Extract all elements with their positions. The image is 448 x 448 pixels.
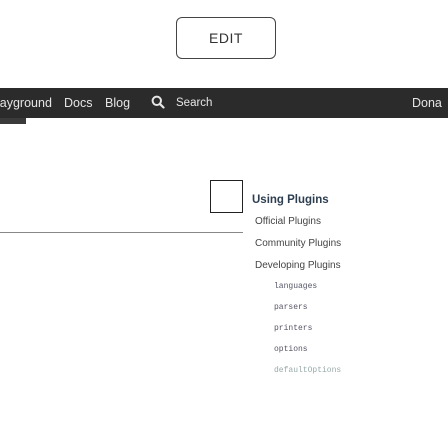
nav-docs-link[interactable]: Docs (64, 96, 92, 110)
toc-link-official-plugins[interactable]: Official Plugins (255, 216, 341, 227)
toc-link-developing-plugins[interactable]: Developing Plugins (255, 260, 341, 271)
toc-sublink-languages[interactable]: languages (274, 282, 341, 291)
toc-sublink-parsers[interactable]: parsers (274, 303, 341, 312)
toc-sublink-default-options[interactable]: defaultOptions (274, 366, 341, 375)
toc-link-community-plugins[interactable]: Community Plugins (255, 238, 341, 249)
toc-sublink-printers[interactable]: printers (274, 324, 341, 333)
table-of-contents: Using Plugins Official Plugins Community… (252, 194, 341, 387)
top-area: EDIT (0, 0, 448, 86)
search-icon[interactable] (151, 95, 165, 109)
nav-donate-link[interactable]: Dona (412, 96, 442, 110)
navbar: layground Docs Blog Search Dona (0, 88, 448, 118)
search-input[interactable]: Search (176, 97, 212, 109)
image-placeholder (210, 180, 243, 213)
toc-sublink-options[interactable]: options (274, 345, 341, 354)
nav-blog-link[interactable]: Blog (105, 96, 130, 110)
edit-button[interactable]: EDIT (176, 17, 276, 59)
toc-title[interactable]: Using Plugins (252, 194, 341, 206)
sidebar-fragment (0, 118, 26, 124)
divider (0, 232, 243, 233)
nav-playground-link[interactable]: layground (0, 96, 52, 110)
